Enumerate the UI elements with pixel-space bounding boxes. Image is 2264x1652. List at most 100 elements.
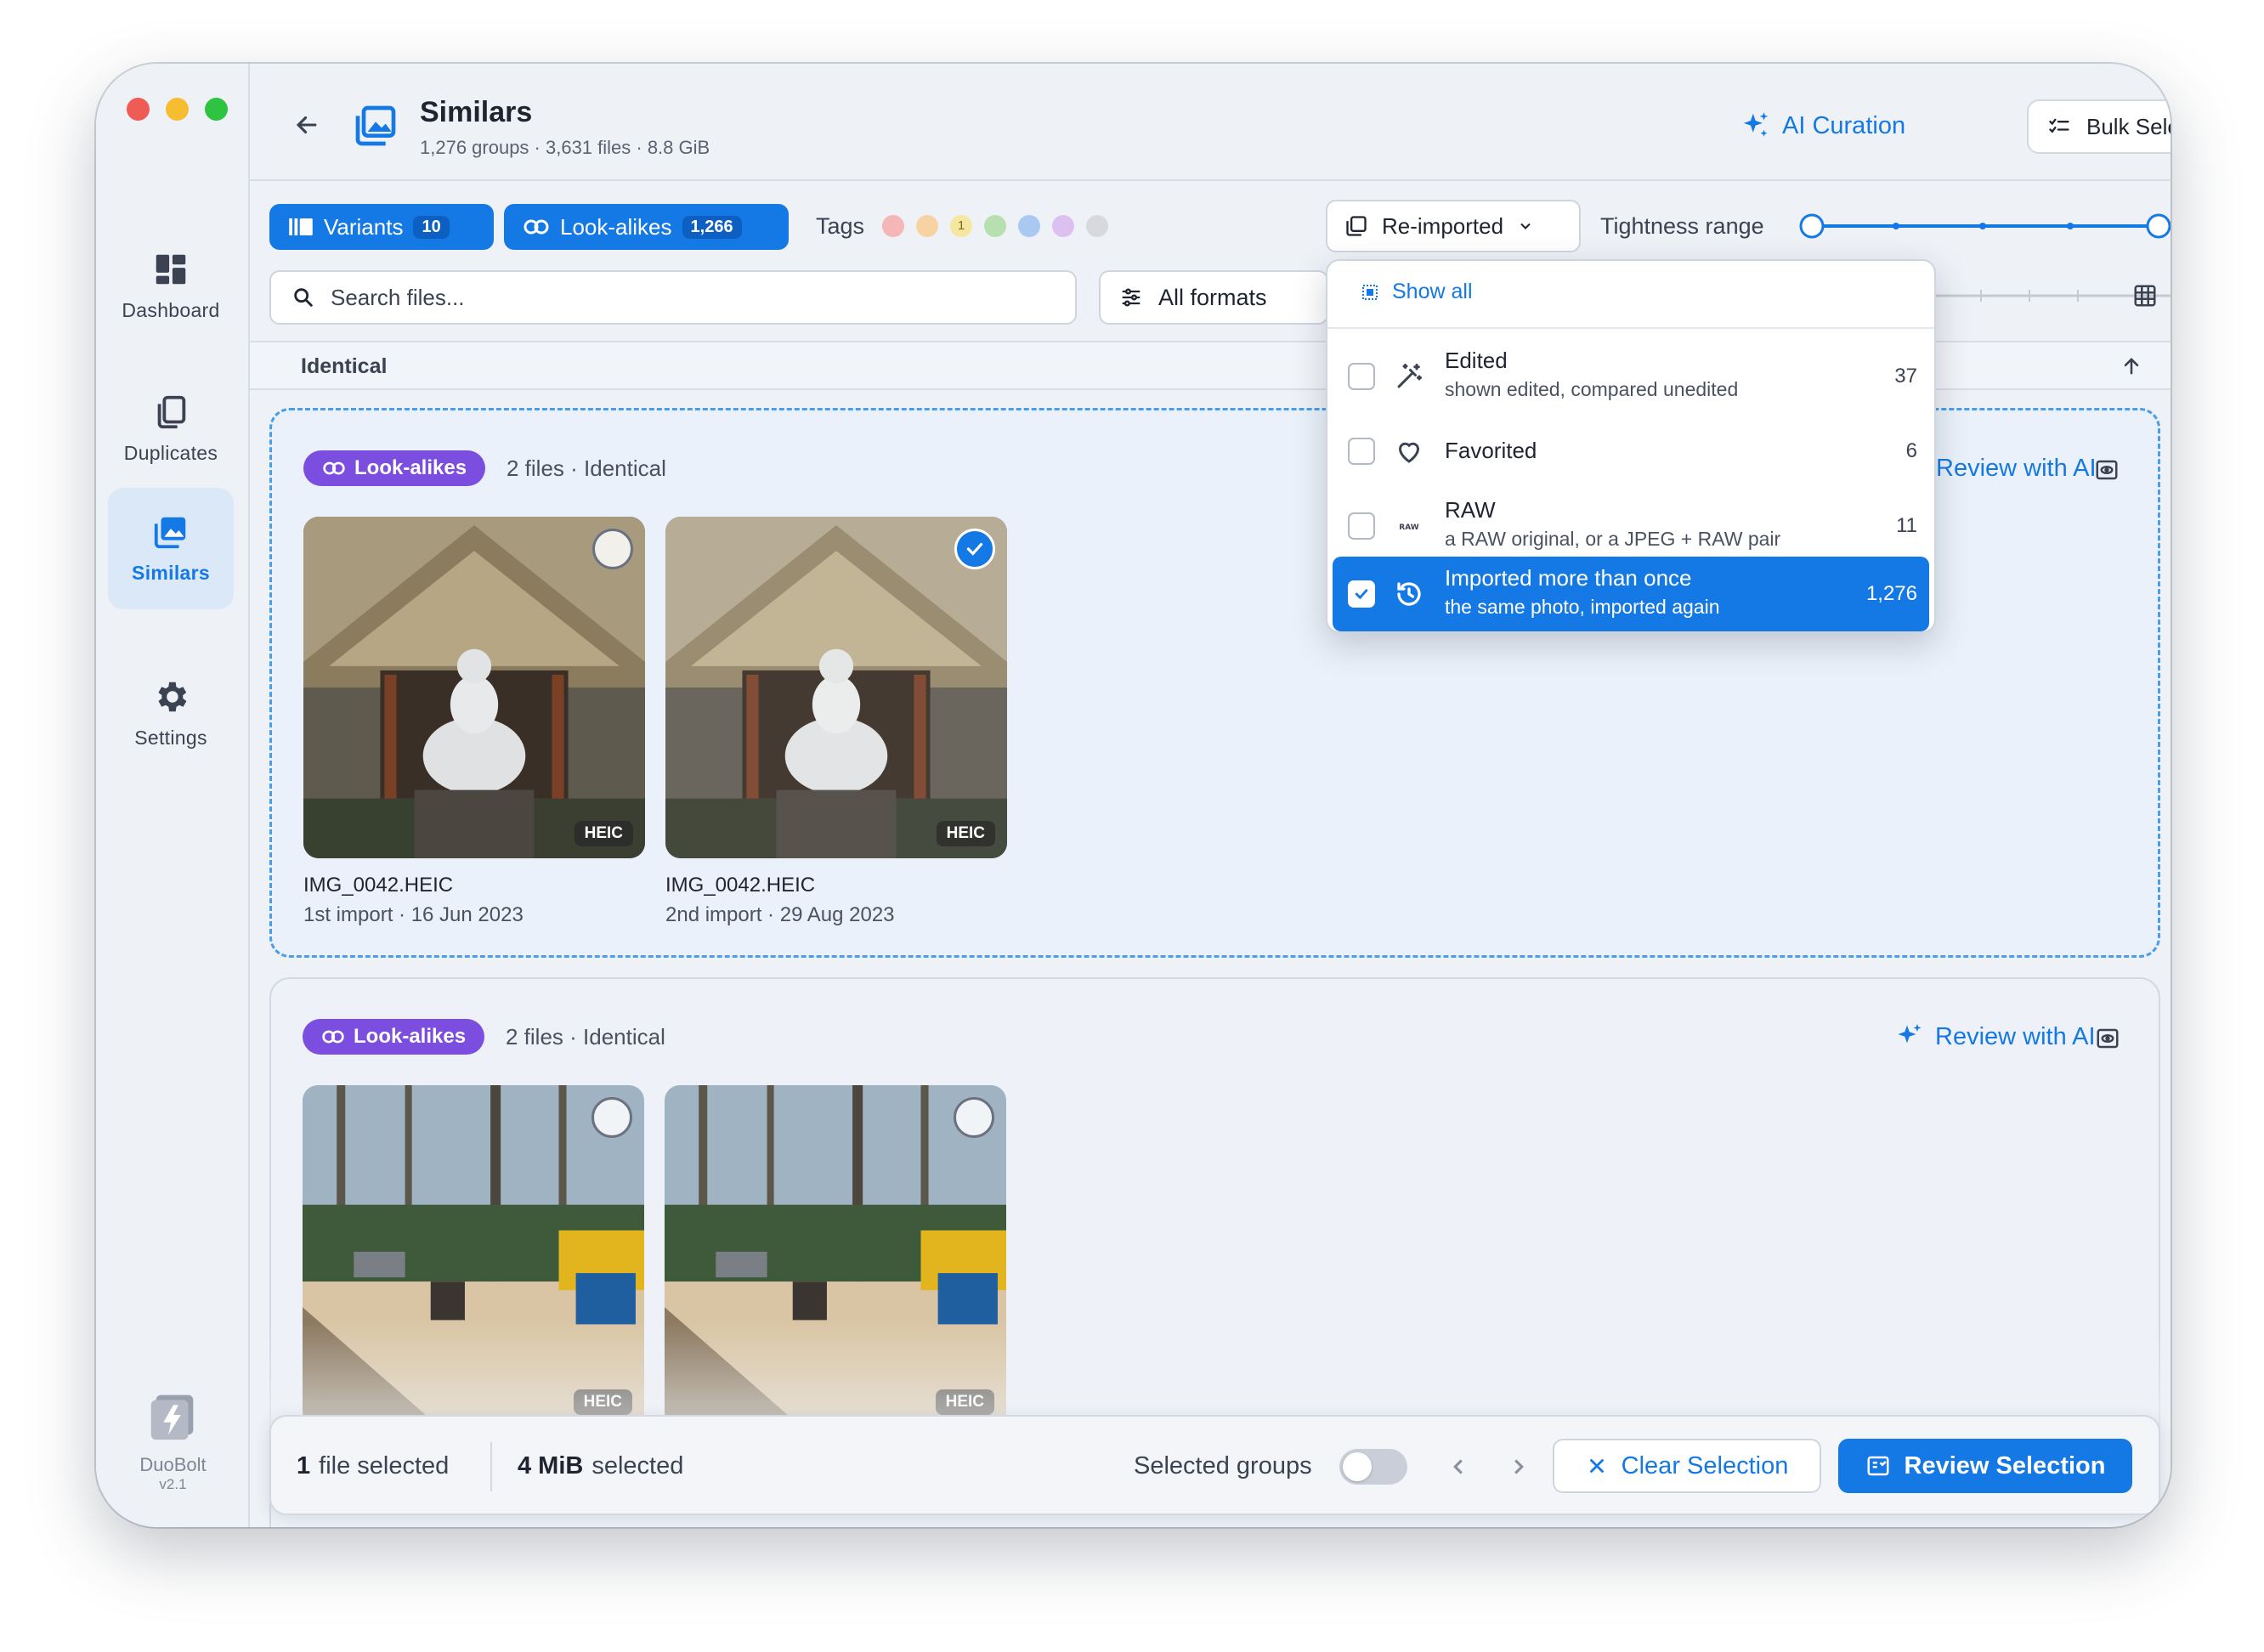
- review-with-ai-button[interactable]: Review with AI: [1894, 1021, 2096, 1052]
- review-with-ai-label: Review with AI: [1935, 1022, 2096, 1050]
- search-input[interactable]: [331, 284, 1055, 311]
- ai-curation-label: AI Curation: [1782, 111, 1906, 139]
- chevron-down-icon: [1520, 223, 1531, 229]
- selection-bar: 1 file selected 4 MiB selected Selected gr…: [269, 1415, 2160, 1515]
- sparkle-icon: [1898, 1024, 1922, 1044]
- checkbox[interactable]: [1348, 438, 1375, 465]
- file-date: 2nd import · 29 Aug 2023: [665, 903, 895, 926]
- variants-tab[interactable]: Variants 10: [269, 204, 494, 250]
- menu-option-subtitle: shown edited, compared unedited: [1445, 378, 1739, 400]
- raw-icon: RAW: [1399, 523, 1418, 532]
- lookalikes-label: Look-alikes: [560, 213, 672, 240]
- badge-label: Look-alikes: [354, 456, 467, 479]
- lookalikes-count: 1,266: [682, 215, 742, 239]
- similars-title-icon: [355, 105, 396, 146]
- arrow-up-icon[interactable]: [2120, 354, 2143, 378]
- selected-groups-toggle[interactable]: [1339, 1449, 1407, 1485]
- menu-option-raw[interactable]: RAW RAW a RAW original, or a JPEG + RAW …: [1333, 489, 1929, 563]
- tag-purple[interactable]: [1052, 215, 1074, 237]
- tightness-slider[interactable]: [1798, 213, 2171, 239]
- format-badge: HEIC: [936, 821, 995, 846]
- section-label: Identical: [301, 354, 388, 378]
- checkmark-icon: [1355, 589, 1368, 600]
- buddha-shrine-photo: [303, 517, 645, 858]
- gear-icon: [158, 682, 187, 712]
- menu-option-title: Imported more than once: [1445, 565, 1692, 591]
- checkbox[interactable]: [1348, 512, 1375, 540]
- reimported-dropdown[interactable]: Re-imported: [1326, 200, 1581, 252]
- file-selected-text: 1 file selected: [297, 1452, 449, 1480]
- chevron-right-icon[interactable]: [1506, 1454, 1531, 1479]
- checkbox[interactable]: [1348, 363, 1375, 390]
- close-window-button[interactable]: [127, 98, 150, 121]
- preview-icon[interactable]: [2094, 457, 2120, 483]
- size-selected-label: selected: [591, 1452, 684, 1479]
- brand-name: DuoBolt: [139, 1454, 207, 1475]
- file-date: 1st import · 16 Jun 2023: [303, 903, 524, 926]
- tag-orange[interactable]: [916, 215, 938, 237]
- tag-gray[interactable]: [1086, 215, 1108, 237]
- menu-option-count: 1,276: [1865, 582, 1917, 605]
- similars-icon: [154, 517, 186, 549]
- zoom-window-button[interactable]: [205, 98, 228, 121]
- sidebar-item-similars[interactable]: Similars: [108, 488, 234, 609]
- file-thumbnail[interactable]: HEIC: [665, 517, 1007, 858]
- search-icon: [294, 288, 313, 307]
- review-list-icon: [1867, 1456, 1889, 1476]
- sidebar-item-settings[interactable]: Settings: [108, 653, 234, 774]
- menu-option-favorited[interactable]: Favorited 6: [1333, 414, 1929, 489]
- menu-option-title: RAW: [1445, 497, 1496, 523]
- search-box: [269, 270, 1077, 325]
- ai-curation-button[interactable]: AI Curation: [1740, 110, 1905, 142]
- grid-view-icon[interactable]: [2132, 283, 2158, 308]
- file-thumbnail[interactable]: HEIC: [303, 1085, 644, 1427]
- file-thumbnail[interactable]: HEIC: [303, 517, 645, 858]
- menu-option-subtitle: a RAW original, or a JPEG + RAW pair: [1445, 528, 1781, 550]
- menu-option-count: 37: [1894, 365, 1917, 388]
- select-circle-checked[interactable]: [954, 529, 995, 569]
- divider: [1327, 327, 1934, 329]
- divider: [490, 1442, 492, 1491]
- menu-option-count: 11: [1896, 514, 1917, 537]
- tag-green[interactable]: [984, 215, 1006, 237]
- select-circle[interactable]: [954, 1097, 994, 1138]
- menu-option-imported-more-than-once[interactable]: Imported more than once the same photo, …: [1333, 557, 1929, 631]
- show-all-option[interactable]: Show all: [1360, 280, 1473, 304]
- link-circles-icon: [524, 219, 549, 235]
- back-arrow-icon[interactable]: [292, 110, 321, 139]
- dashboard-icon: [156, 254, 186, 285]
- link-circles-icon: [323, 461, 345, 475]
- duobolt-logo-icon: [150, 1395, 193, 1440]
- minimize-window-button[interactable]: [166, 98, 189, 121]
- sidebar-item-dashboard[interactable]: Dashboard: [108, 225, 234, 347]
- sidebar-item-duplicates[interactable]: Duplicates: [108, 368, 234, 489]
- bulk-select-dropdown[interactable]: Bulk Select: [2027, 99, 2171, 154]
- lookalikes-tab[interactable]: Look-alikes 1,266: [504, 204, 789, 250]
- file-thumbnail[interactable]: HEIC: [665, 1085, 1006, 1427]
- tag-blue[interactable]: [1018, 215, 1040, 237]
- lookalikes-badge: Look-alikes: [303, 1019, 485, 1055]
- selected-groups-label: Selected groups: [1134, 1452, 1312, 1479]
- review-selection-button[interactable]: Review Selection: [1838, 1439, 2132, 1493]
- select-circle[interactable]: [591, 1097, 632, 1138]
- heart-icon: [1398, 442, 1420, 463]
- tag-red[interactable]: [882, 215, 904, 237]
- reimported-label: Re-imported: [1382, 212, 1504, 239]
- preview-icon[interactable]: [2095, 1026, 2120, 1051]
- clear-selection-button[interactable]: Clear Selection: [1553, 1439, 1821, 1493]
- history-icon: [1397, 582, 1421, 606]
- sidebar-item-label: Dashboard: [122, 299, 220, 321]
- formats-filter[interactable]: All formats: [1099, 270, 1328, 325]
- select-circle[interactable]: [592, 529, 633, 569]
- format-badge: HEIC: [935, 1389, 994, 1415]
- page-title: Similars: [420, 96, 533, 128]
- tag-filter: 1: [882, 215, 1108, 237]
- file-selected-label: file selected: [319, 1452, 450, 1479]
- group-meta: 2 files · Identical: [506, 1024, 665, 1049]
- tag-yellow[interactable]: 1: [950, 215, 972, 237]
- file-count: 1: [297, 1452, 311, 1479]
- checkbox-checked[interactable]: [1348, 580, 1375, 608]
- chevron-left-icon[interactable]: [1446, 1454, 1471, 1479]
- buddha-shrine-photo: [665, 517, 1007, 858]
- menu-option-edited[interactable]: Edited shown edited, compared unedited 3…: [1333, 339, 1929, 414]
